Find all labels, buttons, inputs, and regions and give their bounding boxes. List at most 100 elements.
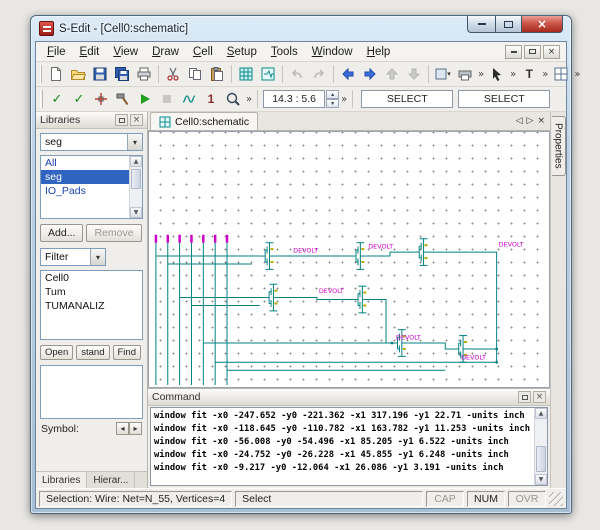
libraries-panel-header[interactable]: Libraries × — [36, 112, 147, 129]
scrollbar-track[interactable] — [130, 167, 142, 207]
new-button[interactable] — [45, 64, 67, 85]
find-cell-button[interactable]: Find — [112, 345, 141, 360]
view-options-button[interactable]: ▾ — [432, 64, 454, 85]
menu-file[interactable]: File — [40, 44, 73, 60]
select-mode-left[interactable]: SELECT — [361, 90, 454, 108]
overflow-chevron-icon[interactable]: » — [244, 94, 254, 105]
next-document-icon[interactable]: ▷ — [527, 116, 534, 126]
mdi-close-button[interactable]: × — [543, 44, 560, 59]
probe-tool-button[interactable] — [90, 89, 112, 110]
toolbar-grip[interactable] — [40, 65, 42, 83]
toolbar-grip[interactable] — [40, 90, 43, 108]
menu-view[interactable]: View — [106, 44, 145, 60]
next-symbol-icon[interactable]: ▸ — [129, 422, 142, 435]
pointer-tool-button[interactable] — [486, 64, 508, 85]
remove-library-button[interactable]: Remove — [86, 224, 142, 242]
spin-up-icon[interactable]: ▴ — [326, 90, 340, 99]
menu-cell[interactable]: Cell — [186, 44, 220, 60]
close-button[interactable]: × — [522, 16, 563, 33]
redo-button[interactable] — [308, 64, 330, 85]
tab-cell0-schematic[interactable]: Cell0:schematic — [150, 112, 259, 130]
mdi-restore-button[interactable] — [524, 44, 541, 59]
menu-edit[interactable]: Edit — [73, 44, 107, 60]
open-button[interactable] — [67, 64, 89, 85]
tab-hierarchy[interactable]: Hierar... — [87, 472, 136, 488]
overflow-chevron-icon[interactable]: » — [476, 69, 486, 80]
undo-button[interactable] — [286, 64, 308, 85]
list-item[interactable]: IO_Pads — [41, 184, 129, 198]
waveform-button[interactable] — [178, 89, 200, 110]
menu-setup[interactable]: Setup — [220, 44, 264, 60]
close-document-icon[interactable]: × — [537, 116, 545, 126]
check-all-button[interactable]: ✓ — [68, 89, 90, 110]
filter-combobox[interactable]: Filter ▾ — [40, 248, 106, 266]
print-button[interactable] — [133, 64, 155, 85]
stop-simulation-button[interactable] — [156, 89, 178, 110]
overflow-chevron-icon[interactable]: » — [339, 94, 349, 105]
chevron-down-icon[interactable]: ▾ — [90, 249, 105, 265]
title-bar[interactable]: S-Edit - [Cell0:schematic] × — [31, 16, 571, 41]
paste-button[interactable] — [206, 64, 228, 85]
save-all-button[interactable] — [111, 64, 133, 85]
library-list[interactable]: All seg IO_Pads ▲ ▼ — [40, 155, 143, 219]
overflow-chevron-icon[interactable]: » — [572, 69, 582, 80]
zoom-tool-button[interactable] — [222, 89, 244, 110]
mdi-minimize-button[interactable] — [505, 44, 522, 59]
prev-symbol-icon[interactable]: ◂ — [116, 422, 129, 435]
close-panel-button[interactable]: × — [533, 391, 546, 403]
list-item[interactable]: Tum — [41, 285, 142, 299]
setup-tools-button[interactable] — [112, 89, 134, 110]
cell-list[interactable]: Cell0 Tum TUMANALIZ — [40, 270, 143, 340]
library-list-scrollbar[interactable]: ▲ ▼ — [129, 156, 142, 218]
command-console[interactable]: window fit -x0 -247.652 -y0 -221.362 -x1… — [150, 407, 548, 486]
copy-button[interactable] — [184, 64, 206, 85]
back-button[interactable] — [337, 64, 359, 85]
scroll-down-icon[interactable]: ▼ — [130, 207, 142, 218]
library-combobox[interactable]: seg ▾ — [40, 133, 143, 151]
spin-down-icon[interactable]: ▾ — [326, 99, 340, 108]
grid-tool-button[interactable] — [550, 64, 572, 85]
save-button[interactable] — [89, 64, 111, 85]
float-panel-button[interactable] — [518, 391, 531, 403]
maximize-button[interactable] — [495, 16, 522, 33]
overflow-chevron-icon[interactable]: » — [508, 69, 518, 80]
trace-one-button[interactable]: 1 — [200, 89, 222, 110]
instance-button[interactable] — [235, 64, 257, 85]
scrollbar-track[interactable] — [535, 419, 547, 474]
add-library-button[interactable]: Add... — [40, 224, 84, 242]
command-panel-header[interactable]: Command × — [148, 389, 550, 406]
cut-button[interactable] — [162, 64, 184, 85]
check-design-button[interactable]: ✓ — [46, 89, 68, 110]
app-logo-icon[interactable] — [39, 21, 54, 36]
text-tool-button[interactable]: T — [518, 64, 540, 85]
run-simulation-button[interactable] — [134, 89, 156, 110]
menu-draw[interactable]: Draw — [145, 44, 186, 60]
overflow-chevron-icon[interactable]: » — [540, 69, 550, 80]
console-scrollbar[interactable]: ▲ ▼ — [534, 408, 547, 485]
down-hierarchy-button[interactable] — [403, 64, 425, 85]
menu-tools[interactable]: Tools — [264, 44, 305, 60]
list-item[interactable]: TUMANALIZ — [41, 299, 142, 313]
close-panel-button[interactable]: × — [130, 114, 143, 126]
select-mode-right[interactable]: SELECT — [458, 90, 551, 108]
menu-help[interactable]: Help — [360, 44, 398, 60]
forward-button[interactable] — [359, 64, 381, 85]
up-hierarchy-button[interactable] — [381, 64, 403, 85]
scrollbar-thumb[interactable] — [536, 446, 546, 472]
resize-grip[interactable] — [549, 491, 563, 506]
scroll-up-icon[interactable]: ▲ — [130, 156, 142, 167]
minimize-button[interactable] — [467, 16, 495, 33]
tab-properties[interactable]: Properties — [551, 116, 566, 176]
instance-cell-button[interactable]: stand — [76, 345, 110, 360]
list-item[interactable]: Cell0 — [41, 271, 142, 285]
prev-document-icon[interactable]: ◁ — [516, 116, 523, 126]
open-cell-button[interactable]: Open — [40, 345, 74, 360]
chevron-down-icon[interactable]: ▾ — [127, 134, 142, 150]
tab-libraries[interactable]: Libraries — [36, 472, 88, 488]
schematic-canvas[interactable]: DEVOLT DEVOLT DEVOLT DEVOLT DEVOLT DEVOL… — [148, 131, 550, 388]
menu-window[interactable]: Window — [305, 44, 360, 60]
float-panel-button[interactable] — [115, 114, 128, 126]
symbol-browser-button[interactable] — [257, 64, 279, 85]
scroll-up-icon[interactable]: ▲ — [535, 408, 547, 419]
list-item[interactable]: All — [41, 156, 129, 170]
